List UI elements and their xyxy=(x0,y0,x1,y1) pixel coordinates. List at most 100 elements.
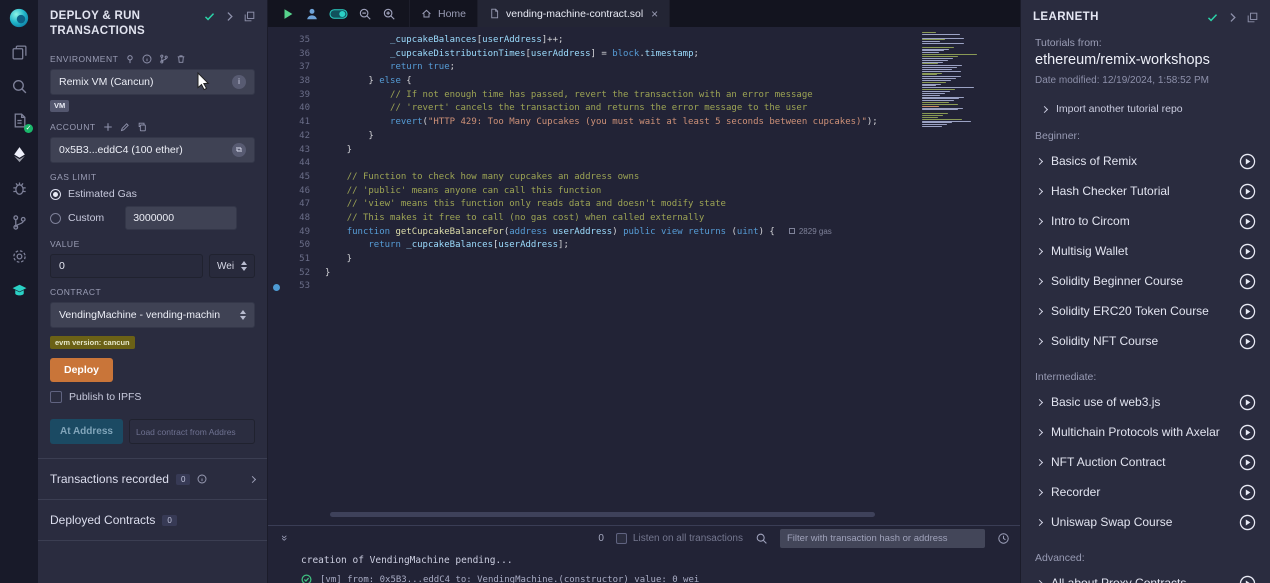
settings-icon[interactable] xyxy=(8,245,30,267)
debugger-icon[interactable] xyxy=(8,177,30,199)
account-select[interactable]: 0x5B3...eddC4 (100 ether) ⧉ xyxy=(50,137,255,163)
transactions-recorded-section[interactable]: Transactions recorded 0 xyxy=(38,458,267,499)
play-circle-icon[interactable] xyxy=(1239,213,1256,230)
popout-icon[interactable] xyxy=(1247,12,1258,23)
code-line[interactable]: 50 return _cupcakeBalances[userAddress]; xyxy=(268,239,1020,253)
play-circle-icon[interactable] xyxy=(1239,484,1256,501)
custom-gas-input[interactable] xyxy=(125,206,237,230)
chevron-right-icon[interactable] xyxy=(224,11,235,22)
line-number[interactable]: 38 xyxy=(284,75,310,89)
play-circle-icon[interactable] xyxy=(1239,333,1256,350)
terminal-output[interactable]: creation of VendingMachine pending... [v… xyxy=(268,550,1020,583)
copilot-toggle[interactable] xyxy=(329,7,348,21)
chevron-right-icon[interactable] xyxy=(249,476,256,483)
environment-info-icon[interactable] xyxy=(142,54,152,64)
custom-gas-radio[interactable] xyxy=(50,213,61,224)
tutorial-item[interactable]: Uniswap Swap Course xyxy=(1035,507,1256,537)
code-line[interactable]: 46 // 'public' means anyone can call thi… xyxy=(268,185,1020,199)
tutorial-item[interactable]: Basics of Remix xyxy=(1035,146,1256,176)
code-line[interactable]: 53 xyxy=(268,280,1020,294)
code-line[interactable]: 35 _cupcakeBalances[userAddress]++; xyxy=(268,34,1020,48)
play-circle-icon[interactable] xyxy=(1239,243,1256,260)
play-circle-icon[interactable] xyxy=(1239,183,1256,200)
tutorial-item[interactable]: Basic use of web3.js xyxy=(1035,387,1256,417)
line-number[interactable]: 35 xyxy=(284,34,310,48)
tutorial-item[interactable]: NFT Auction Contract xyxy=(1035,447,1256,477)
at-address-button[interactable]: At Address xyxy=(50,419,123,444)
git-icon[interactable] xyxy=(8,211,30,233)
play-circle-icon[interactable] xyxy=(1239,454,1256,471)
tutorial-item[interactable]: All about Proxy Contracts xyxy=(1035,568,1256,583)
play-circle-icon[interactable] xyxy=(1239,273,1256,290)
line-number[interactable]: 36 xyxy=(284,48,310,62)
line-number[interactable]: 46 xyxy=(284,185,310,199)
deployed-contracts-section[interactable]: Deployed Contracts 0 xyxy=(38,499,267,541)
run-script-icon[interactable] xyxy=(281,7,295,21)
code-line[interactable]: 47 // 'view' means this function only re… xyxy=(268,198,1020,212)
collapse-terminal-icon[interactable]: » xyxy=(278,532,290,544)
environment-select[interactable]: Remix VM (Cancun) i xyxy=(50,69,255,95)
line-number[interactable]: 39 xyxy=(284,89,310,103)
breakpoint-dot[interactable] xyxy=(273,284,280,291)
code-line[interactable]: 40 // 'revert' cancels the transaction a… xyxy=(268,102,1020,116)
copy-address-button[interactable]: ⧉ xyxy=(232,143,246,157)
line-number[interactable]: 53 xyxy=(284,280,310,294)
popout-icon[interactable] xyxy=(244,11,255,22)
code-line[interactable]: 45 // Function to check how many cupcake… xyxy=(268,171,1020,185)
play-circle-icon[interactable] xyxy=(1239,303,1256,320)
code-line[interactable]: 43 } xyxy=(268,144,1020,158)
search-icon[interactable] xyxy=(755,532,768,545)
delete-state-icon[interactable] xyxy=(176,54,186,64)
import-tutorial-repo[interactable]: Import another tutorial repo xyxy=(1035,103,1256,115)
line-number[interactable]: 45 xyxy=(284,171,310,185)
listen-checkbox[interactable] xyxy=(616,533,627,544)
estimated-gas-radio[interactable] xyxy=(50,189,61,200)
code-line[interactable]: 41 revert("HTTP 429: Too Many Cupcakes (… xyxy=(268,116,1020,130)
search-icon[interactable] xyxy=(8,75,30,97)
line-number[interactable]: 51 xyxy=(284,253,310,267)
value-input[interactable] xyxy=(50,254,203,278)
code-line[interactable]: 36 _cupcakeDistributionTimes[userAddress… xyxy=(268,48,1020,62)
close-icon[interactable]: × xyxy=(651,7,658,21)
chevron-right-icon[interactable] xyxy=(1227,12,1238,23)
code-line[interactable]: 44 xyxy=(268,157,1020,171)
tutorial-item[interactable]: Multisig Wallet xyxy=(1035,236,1256,266)
line-number[interactable]: 50 xyxy=(284,239,310,253)
environment-pin-icon[interactable] xyxy=(125,54,135,64)
tutorial-item[interactable]: Solidity Beginner Course xyxy=(1035,266,1256,296)
code-line[interactable]: 52} xyxy=(268,267,1020,281)
tutorial-item[interactable]: Intro to Circom xyxy=(1035,206,1256,236)
tab-file[interactable]: vending-machine-contract.sol × xyxy=(478,0,670,27)
code-line[interactable]: 39 // If not enough time has passed, rev… xyxy=(268,89,1020,103)
code-line[interactable]: 49 function getCupcakeBalanceFor(address… xyxy=(268,226,1020,240)
code-lines[interactable]: 35 _cupcakeBalances[userAddress]++;36 _c… xyxy=(268,27,1020,525)
code-line[interactable]: 42 } xyxy=(268,130,1020,144)
publish-ipfs-checkbox[interactable] xyxy=(50,391,62,403)
line-number[interactable]: 43 xyxy=(284,144,310,158)
value-unit-select[interactable]: Wei xyxy=(209,254,255,278)
tutorial-item[interactable]: Multichain Protocols with Axelar xyxy=(1035,417,1256,447)
environment-info-button[interactable]: i xyxy=(232,75,246,89)
play-circle-icon[interactable] xyxy=(1239,575,1256,583)
zoom-out-icon[interactable] xyxy=(358,7,372,21)
transaction-log-row[interactable]: [vm] from: 0x5B3...eddC4 to: VendingMach… xyxy=(301,574,1020,583)
horizontal-scrollbar[interactable] xyxy=(330,512,875,517)
at-address-input[interactable] xyxy=(129,419,255,444)
publish-ipfs-row[interactable]: Publish to IPFS xyxy=(50,391,255,403)
fork-state-icon[interactable] xyxy=(159,54,169,64)
code-line[interactable]: 51 } xyxy=(268,253,1020,267)
line-number[interactable]: 47 xyxy=(284,198,310,212)
tutorial-item[interactable]: Recorder xyxy=(1035,477,1256,507)
code-line[interactable]: 38 } else { xyxy=(268,75,1020,89)
line-number[interactable]: 52 xyxy=(284,267,310,281)
line-number[interactable]: 48 xyxy=(284,212,310,226)
copy-account-icon[interactable] xyxy=(137,122,147,132)
remix-logo[interactable] xyxy=(8,7,30,29)
play-circle-icon[interactable] xyxy=(1239,424,1256,441)
code-editor[interactable]: 35 _cupcakeBalances[userAddress]++;36 _c… xyxy=(268,27,1020,525)
line-number[interactable]: 37 xyxy=(284,61,310,75)
estimated-gas-option[interactable]: Estimated Gas xyxy=(50,188,255,200)
user-icon[interactable] xyxy=(305,7,319,21)
tab-home[interactable]: Home xyxy=(409,0,478,27)
tutorial-item[interactable]: Hash Checker Tutorial xyxy=(1035,176,1256,206)
